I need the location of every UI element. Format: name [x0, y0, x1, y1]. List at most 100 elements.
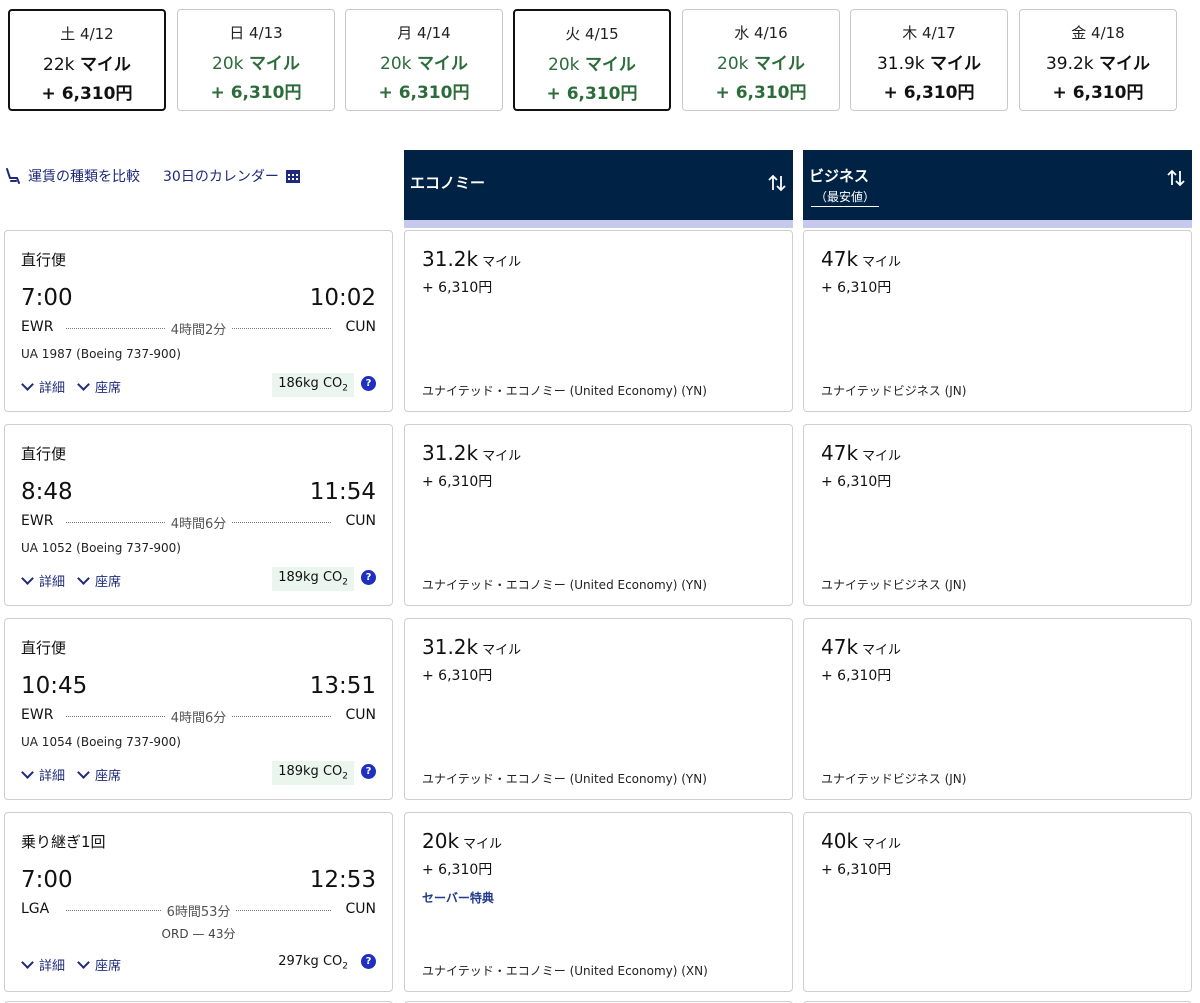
- business-fare-card[interactable]: 47k マイル + 6,310円 ユナイテッドビジネス (JN): [803, 424, 1192, 606]
- fare-miles-unit: マイル: [463, 837, 503, 852]
- connection-info: ORD — 43分: [161, 927, 236, 941]
- calendar-30-day-link[interactable]: 30日のカレンダー: [163, 166, 301, 186]
- business-column-header[interactable]: ビジネス （最安値）: [803, 150, 1192, 228]
- date-miles-unit: マイル: [416, 54, 468, 74]
- chevron-down-icon: [77, 956, 90, 969]
- help-icon[interactable]: ?: [361, 570, 376, 585]
- business-fare-card[interactable]: 47k マイル + 6,310円 ユナイテッドビジネス (JN): [803, 618, 1192, 800]
- departure-time: 7:00: [21, 285, 73, 311]
- chevron-down-icon: [21, 572, 34, 585]
- flight-actions: 詳細 座席 297kg CO2 ?: [21, 954, 376, 977]
- seats-label: 座席: [95, 575, 122, 590]
- fare-miles: 47k: [821, 635, 859, 659]
- fare-cabin: ユナイテッド・エコノミー (United Economy) (XN): [422, 964, 708, 978]
- fare-cabin: ユナイテッド・エコノミー (United Economy) (YN): [422, 384, 707, 398]
- seats-toggle[interactable]: 座席: [77, 377, 121, 396]
- seat-icon: [6, 168, 20, 184]
- departure-time: 7:00: [21, 867, 73, 893]
- help-icon[interactable]: ?: [361, 376, 376, 391]
- details-label: 詳細: [39, 575, 66, 590]
- co2-badge: 189kg CO2: [272, 761, 354, 785]
- fare-miles: 47k: [821, 247, 859, 271]
- saver-award-label: セーバー特典: [422, 891, 494, 905]
- date-tile-4-13[interactable]: 日 4/13 20k マイル + 6,310円: [177, 9, 335, 111]
- date-fee: + 6,310円: [378, 83, 470, 103]
- fare-fee: + 6,310円: [422, 280, 493, 296]
- seats-toggle[interactable]: 座席: [77, 765, 121, 784]
- date-fee: + 6,310円: [546, 84, 638, 104]
- date-miles: 31.9k: [876, 54, 925, 74]
- date-label: 月 4/14: [397, 24, 451, 42]
- co2-subscript: 2: [342, 961, 348, 972]
- date-tile-4-14[interactable]: 月 4/14 20k マイル + 6,310円: [345, 9, 503, 111]
- flight-duration: 4時間2分: [164, 323, 233, 338]
- fare-miles: 31.2k: [422, 635, 479, 659]
- date-label: 水 4/16: [734, 24, 788, 42]
- details-toggle[interactable]: 詳細: [21, 377, 65, 396]
- compare-fare-types-link[interactable]: 運賃の種類を比較: [4, 166, 140, 186]
- date-tile-4-17[interactable]: 木 4/17 31.9k マイル + 6,310円: [850, 9, 1008, 111]
- sort-icon[interactable]: [1166, 167, 1186, 189]
- destination-airport: CUN: [345, 707, 377, 723]
- business-fare-card[interactable]: 47k マイル + 6,310円 ユナイテッドビジネス (JN): [803, 230, 1192, 412]
- fare-miles-unit: マイル: [862, 643, 902, 658]
- date-miles: 20k: [717, 54, 749, 74]
- arrival-time: 13:51: [309, 673, 376, 699]
- sort-icon[interactable]: [767, 172, 787, 194]
- chevron-down-icon: [21, 378, 34, 391]
- chevron-down-icon: [21, 766, 34, 779]
- details-label: 詳細: [39, 959, 66, 974]
- date-miles: 20k: [212, 54, 244, 74]
- details-toggle[interactable]: 詳細: [21, 955, 65, 974]
- date-label: 土 4/12: [60, 25, 114, 43]
- flight-actions: 詳細 座席 186kg CO2 ?: [21, 373, 376, 399]
- fare-cabin: ユナイテッドビジネス (JN): [821, 384, 967, 398]
- details-toggle[interactable]: 詳細: [21, 765, 65, 784]
- fare-cabin: ユナイテッド・エコノミー (United Economy) (YN): [422, 578, 707, 592]
- business-header-subtitle: （最安値）: [811, 188, 880, 207]
- fare-fee: + 6,310円: [422, 474, 493, 490]
- route-line: EWR 4時間2分 CUN: [21, 319, 376, 338]
- date-label: 火 4/15: [565, 25, 619, 43]
- fare-miles-unit: マイル: [862, 255, 902, 270]
- business-fare-card[interactable]: 40k マイル + 6,310円: [803, 812, 1192, 992]
- fare-fee: + 6,310円: [422, 862, 493, 878]
- fare-miles-unit: マイル: [482, 449, 522, 464]
- seats-label: 座席: [95, 959, 122, 974]
- date-miles: 22k: [43, 55, 75, 75]
- help-icon[interactable]: ?: [361, 954, 376, 969]
- date-tile-4-12[interactable]: 土 4/12 22k マイル + 6,310円: [8, 9, 166, 111]
- date-miles-unit: マイル: [1099, 54, 1151, 74]
- seats-toggle[interactable]: 座席: [77, 571, 121, 590]
- date-tile-4-18[interactable]: 金 4/18 39.2k マイル + 6,310円: [1019, 9, 1177, 111]
- co2-badge: 189kg CO2: [272, 567, 354, 591]
- date-miles-unit: マイル: [930, 54, 982, 74]
- details-label: 詳細: [39, 769, 66, 784]
- flight-duration: 6時間53分: [160, 905, 237, 920]
- economy-fare-card[interactable]: 20k マイル + 6,310円 セーバー特典 ユナイテッド・エコノミー (Uni…: [404, 812, 793, 992]
- flight-number: UA 1052 (Boeing 737-900): [21, 541, 181, 555]
- date-label: 金 4/18: [1071, 24, 1125, 42]
- co2-subscript: 2: [342, 771, 348, 782]
- help-icon[interactable]: ?: [361, 764, 376, 779]
- co2-subscript: 2: [342, 383, 348, 394]
- fare-fee: + 6,310円: [821, 474, 892, 490]
- date-tile-4-15[interactable]: 火 4/15 20k マイル + 6,310円: [513, 9, 671, 111]
- destination-airport: CUN: [345, 901, 377, 917]
- fare-miles: 47k: [821, 441, 859, 465]
- economy-column-header[interactable]: エコノミー: [404, 150, 793, 228]
- economy-fare-card[interactable]: 31.2k マイル + 6,310円 ユナイテッド・エコノミー (United E…: [404, 424, 793, 606]
- seats-toggle[interactable]: 座席: [77, 955, 121, 974]
- departure-time: 10:45: [21, 673, 88, 699]
- details-label: 詳細: [39, 381, 66, 396]
- date-tile-4-16[interactable]: 水 4/16 20k マイル + 6,310円: [682, 9, 840, 111]
- economy-header-title: エコノミー: [410, 174, 486, 192]
- flight-card: 乗り継ぎ1回 7:00 12:53 LGA 6時間53分 CUN ORD — 4…: [4, 812, 393, 992]
- date-miles-unit: マイル: [753, 54, 805, 74]
- economy-fare-card[interactable]: 31.2k マイル + 6,310円 ユナイテッド・エコノミー (United E…: [404, 618, 793, 800]
- economy-fare-card[interactable]: 31.2k マイル + 6,310円 ユナイテッド・エコノミー (United E…: [404, 230, 793, 412]
- date-miles-unit: マイル: [79, 55, 131, 75]
- fare-cabin: ユナイテッドビジネス (JN): [821, 772, 967, 786]
- date-label: 日 4/13: [229, 24, 283, 42]
- details-toggle[interactable]: 詳細: [21, 571, 65, 590]
